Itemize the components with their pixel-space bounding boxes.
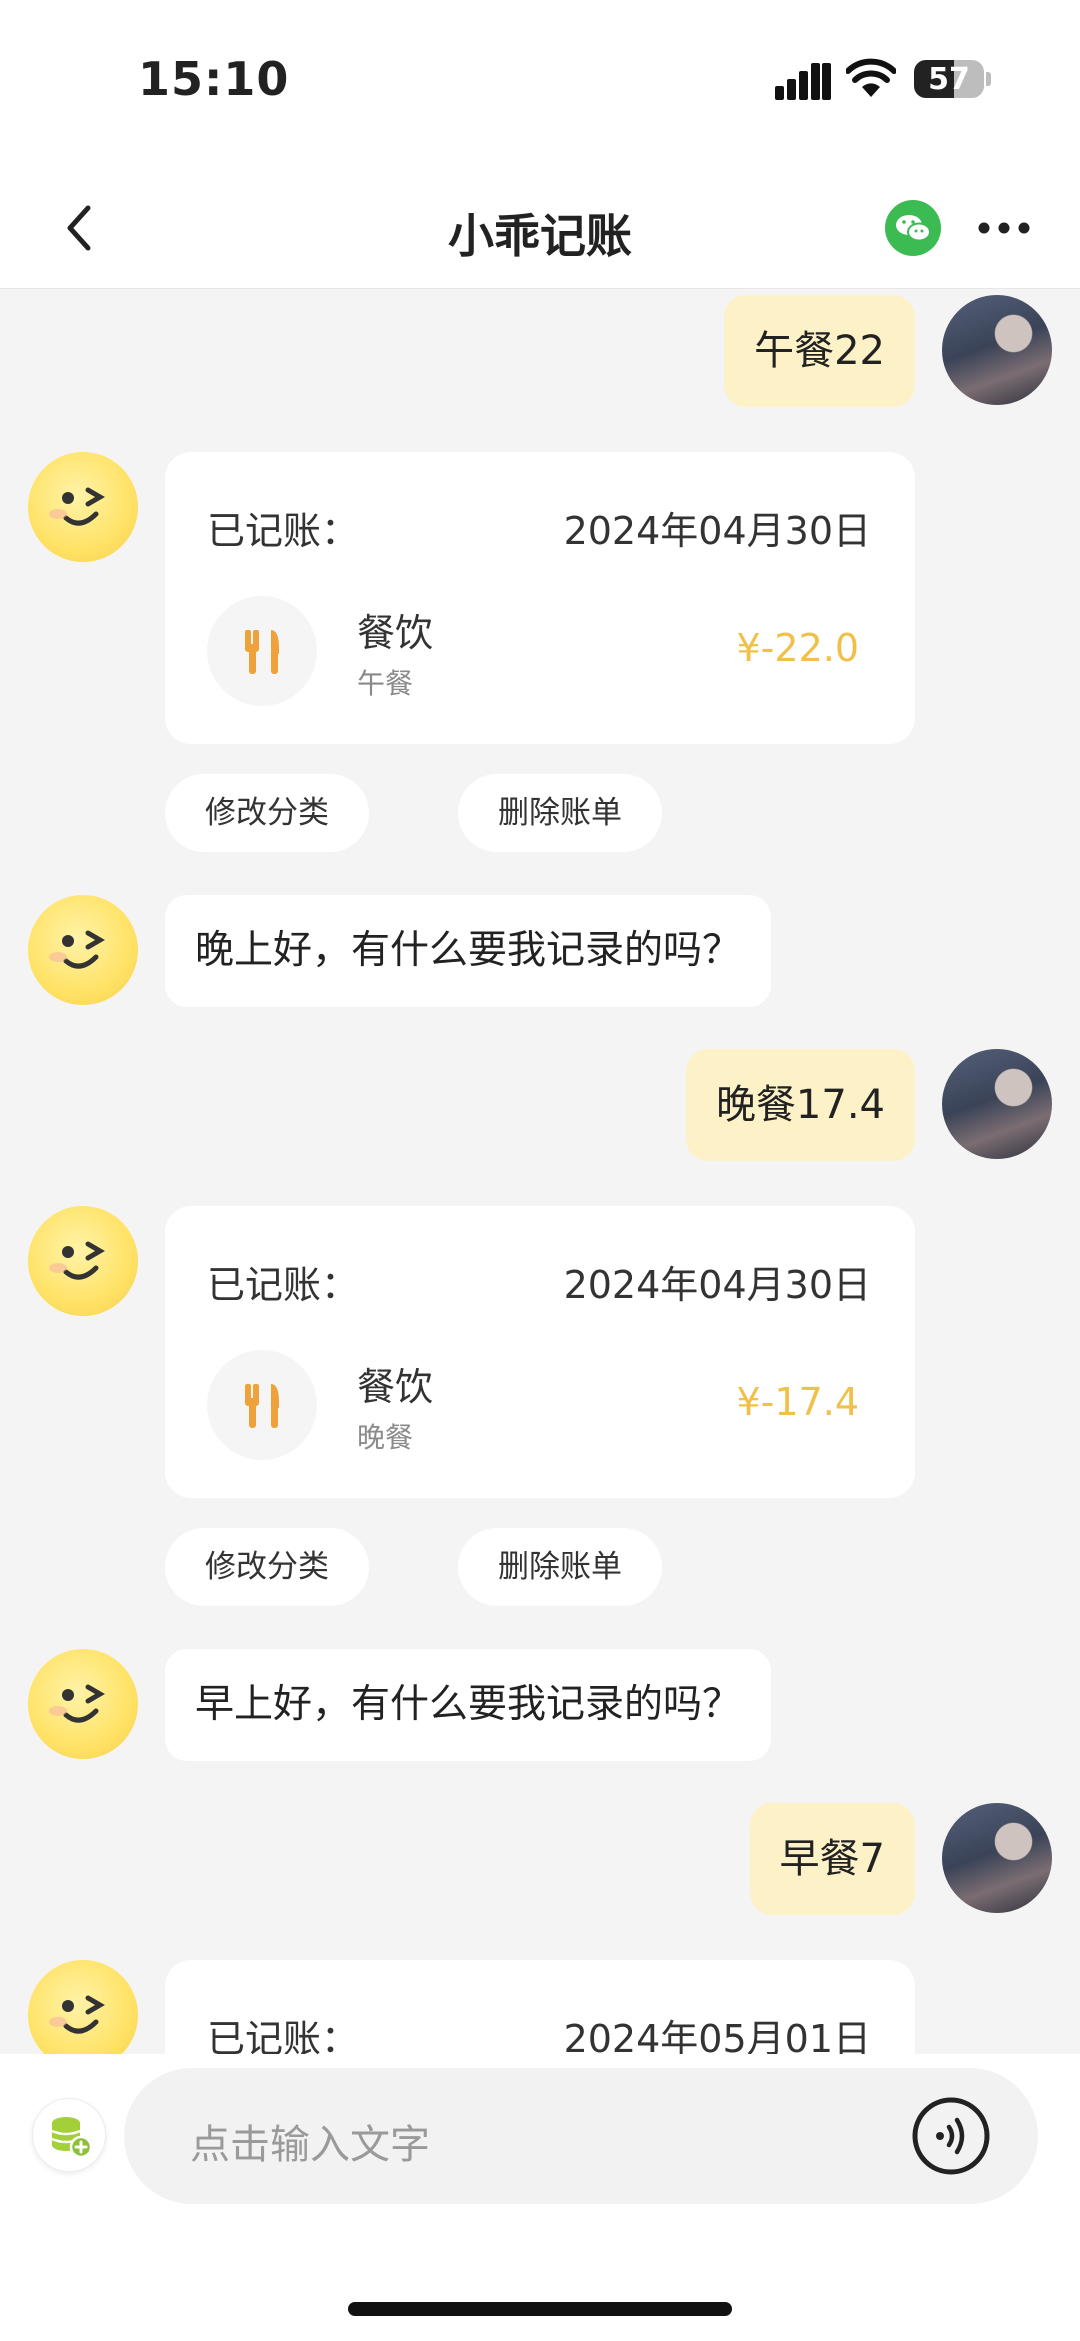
input-placeholder: 点击输入文字	[190, 2122, 430, 2168]
record-label: 已记账：	[207, 509, 360, 553]
record-label: 已记账：	[207, 1263, 360, 1307]
edit-category-button[interactable]: 修改分类	[165, 1528, 369, 1606]
user-message-bubble[interactable]: 早餐7	[749, 1803, 915, 1915]
delete-bill-button[interactable]: 删除账单	[458, 774, 662, 852]
wifi-icon	[846, 58, 896, 97]
bot-avatar[interactable]	[28, 1206, 138, 1316]
battery-percent: 57	[928, 62, 970, 97]
record-card[interactable]: 已记账： 2024年05月01日	[165, 1960, 915, 2054]
record-category: 餐饮	[357, 611, 434, 655]
user-avatar[interactable]	[942, 1803, 1052, 1913]
voice-icon[interactable]	[910, 2095, 992, 2177]
edit-category-button[interactable]: 修改分类	[165, 774, 369, 852]
wechat-icon[interactable]	[885, 200, 941, 256]
status-time: 15:10	[138, 52, 290, 106]
status-bar: 15:10 57	[0, 0, 1080, 170]
bot-message-bubble[interactable]: 早上好，有什么要我记录的吗？	[165, 1649, 772, 1761]
bot-avatar[interactable]	[28, 1960, 138, 2054]
record-date: 2024年04月30日	[563, 1263, 871, 1307]
user-avatar[interactable]	[942, 1049, 1052, 1159]
record-note: 午餐	[357, 667, 414, 700]
home-indicator[interactable]	[348, 2302, 732, 2316]
database-add-icon[interactable]	[32, 2098, 106, 2172]
record-amount: ¥-22.0	[736, 626, 860, 670]
text-input[interactable]: 点击输入文字	[124, 2068, 1038, 2204]
user-message-bubble[interactable]: 午餐22	[724, 295, 915, 407]
record-date: 2024年04月30日	[563, 509, 871, 553]
record-amount: ¥-17.4	[736, 1380, 860, 1424]
bot-avatar[interactable]	[28, 1649, 138, 1759]
delete-bill-button[interactable]: 删除账单	[458, 1528, 662, 1606]
user-avatar[interactable]	[942, 295, 1052, 405]
battery-tip	[986, 72, 991, 86]
user-message-bubble[interactable]: 晚餐17.4	[685, 1049, 915, 1161]
record-note: 晚餐	[357, 1421, 414, 1454]
record-date: 2024年05月01日	[563, 2017, 871, 2054]
input-bar: 点击输入文字	[0, 2054, 1080, 2341]
bot-avatar[interactable]	[28, 452, 138, 562]
fork-knife-icon	[207, 1350, 317, 1460]
cellular-signal-icon	[775, 63, 831, 100]
chat-area[interactable]: 午餐22 已记账： 2024年04月30日 餐饮 午餐 ¥-22.0 修改分类 …	[0, 289, 1080, 2054]
more-dots-icon[interactable]	[978, 220, 1030, 236]
record-card[interactable]: 已记账： 2024年04月30日 餐饮 午餐 ¥-22.0	[165, 452, 915, 744]
battery-icon: 57	[914, 60, 984, 98]
record-label: 已记账：	[207, 2017, 360, 2054]
record-card[interactable]: 已记账： 2024年04月30日 餐饮 晚餐 ¥-17.4	[165, 1206, 915, 1498]
fork-knife-icon	[207, 596, 317, 706]
bot-avatar[interactable]	[28, 895, 138, 1005]
nav-bar: 小乖记账	[0, 170, 1080, 289]
record-category: 餐饮	[357, 1365, 434, 1409]
bot-message-bubble[interactable]: 晚上好，有什么要我记录的吗？	[165, 895, 772, 1007]
